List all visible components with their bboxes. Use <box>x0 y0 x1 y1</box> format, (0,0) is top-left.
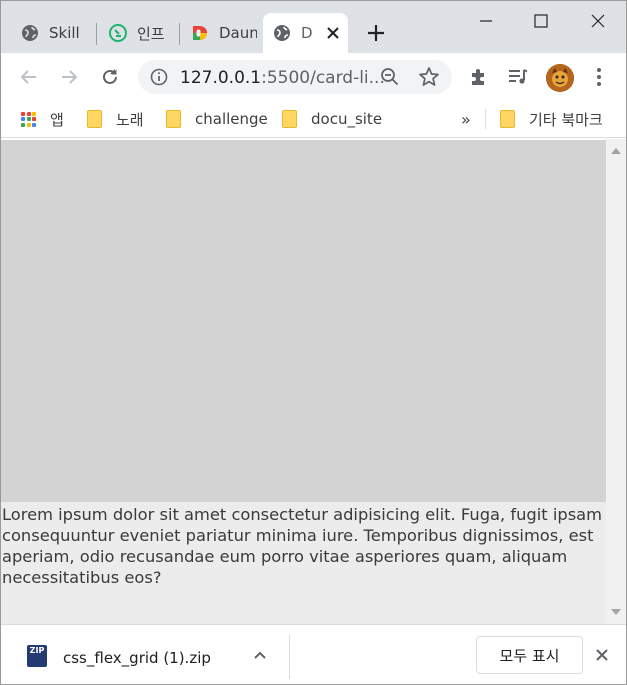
bookmark-label: 노래 <box>116 110 144 129</box>
profile-avatar[interactable] <box>546 64 574 92</box>
bookmarks-bar: 앱 노래 challenge docu_site » 기타 북마크 <box>1 101 626 138</box>
bookmark-folder-docu-site[interactable]: docu_site <box>282 107 382 131</box>
tab-title: Daun <box>219 24 257 42</box>
url-path: :5500/card-li... <box>261 68 385 88</box>
bookmark-folder-challenge[interactable]: challenge <box>166 107 268 131</box>
tab-separator <box>179 23 180 45</box>
tab-inflearn[interactable]: 인프 <box>109 13 173 53</box>
card-text: Lorem ipsum dolor sit amet consectetur a… <box>2 505 603 587</box>
zip-badge: ZIP <box>29 646 45 655</box>
close-shelf-icon[interactable] <box>595 647 609 666</box>
maximize-icon <box>534 14 548 28</box>
bookmarks-overflow-button[interactable]: » <box>461 107 471 131</box>
chrome-menu-icon[interactable] <box>587 65 611 89</box>
daum-icon <box>191 24 209 42</box>
globe-icon <box>273 24 291 42</box>
folder-icon <box>87 110 102 128</box>
bookmark-label: 기타 북마크 <box>529 110 603 129</box>
zip-file-icon: ZIP <box>27 645 47 667</box>
maximize-button[interactable] <box>526 7 556 35</box>
media-control-icon[interactable] <box>506 65 530 89</box>
scroll-down-arrow-icon[interactable] <box>611 609 621 615</box>
page-viewport: Lorem ipsum dolor sit amet consectetur a… <box>1 139 606 624</box>
new-tab-button[interactable] <box>363 20 389 46</box>
tab-title: D <box>301 24 313 42</box>
bookmark-label: challenge <box>195 110 268 128</box>
back-button[interactable] <box>15 63 43 91</box>
vertical-scrollbar[interactable] <box>606 139 626 624</box>
back-arrow-icon <box>20 70 36 84</box>
url-host: 127.0.0.1 <box>180 68 262 88</box>
bookmark-label: 앱 <box>50 110 64 129</box>
bookmark-folder-songs[interactable]: 노래 <box>87 107 144 131</box>
close-icon <box>591 14 605 28</box>
scroll-up-arrow-icon[interactable] <box>611 148 621 154</box>
globe-icon <box>21 24 39 42</box>
folder-icon <box>166 110 181 128</box>
tab-title: 인프 <box>137 24 165 43</box>
inflearn-icon <box>109 24 127 42</box>
bookmark-label: docu_site <box>311 110 383 128</box>
toolbar: 127.0.0.1:5500/card-li... <box>1 53 626 101</box>
download-file-name[interactable]: css_flex_grid (1).zip <box>63 649 211 667</box>
apps-icon <box>21 111 36 127</box>
forward-button[interactable] <box>55 63 83 91</box>
tab-daum[interactable]: Daun <box>191 13 257 53</box>
tab-close-icon[interactable] <box>327 23 339 44</box>
close-window-button[interactable] <box>583 7 613 35</box>
minimize-icon <box>480 20 492 22</box>
folder-icon <box>500 110 515 128</box>
bookmark-star-icon[interactable] <box>418 66 440 92</box>
tab-separator <box>96 23 97 45</box>
tab-strip: Skill 인프 Daun D <box>1 1 626 53</box>
show-all-downloads-button[interactable]: 모두 표시 <box>476 636 583 674</box>
download-shelf: ZIP css_flex_grid (1).zip 모두 표시 <box>1 624 626 684</box>
reload-button[interactable] <box>96 63 124 91</box>
tab-title: Skill <box>49 24 80 42</box>
address-bar[interactable]: 127.0.0.1:5500/card-li... <box>138 60 452 94</box>
extensions-icon[interactable] <box>467 65 491 89</box>
url-text[interactable]: 127.0.0.1:5500/card-li... <box>180 68 385 88</box>
zoom-icon[interactable] <box>380 67 400 91</box>
site-info-icon[interactable] <box>150 68 168 90</box>
bookmark-apps[interactable]: 앱 <box>21 107 64 131</box>
card-image <box>1 140 606 502</box>
tab-skill[interactable]: Skill <box>21 13 93 53</box>
tab-current[interactable]: D <box>263 13 348 53</box>
download-options-chevron-icon[interactable] <box>251 647 269 669</box>
card-body: Lorem ipsum dolor sit amet consectetur a… <box>1 502 606 624</box>
bookmarks-divider <box>485 109 486 129</box>
folder-icon <box>282 110 297 128</box>
bookmarks-overflow-label: » <box>461 109 471 129</box>
forward-arrow-icon <box>62 70 78 84</box>
reload-icon <box>103 69 117 84</box>
shelf-divider <box>289 635 290 679</box>
minimize-button[interactable] <box>471 7 501 35</box>
bookmark-folder-other[interactable]: 기타 북마크 <box>500 107 603 131</box>
